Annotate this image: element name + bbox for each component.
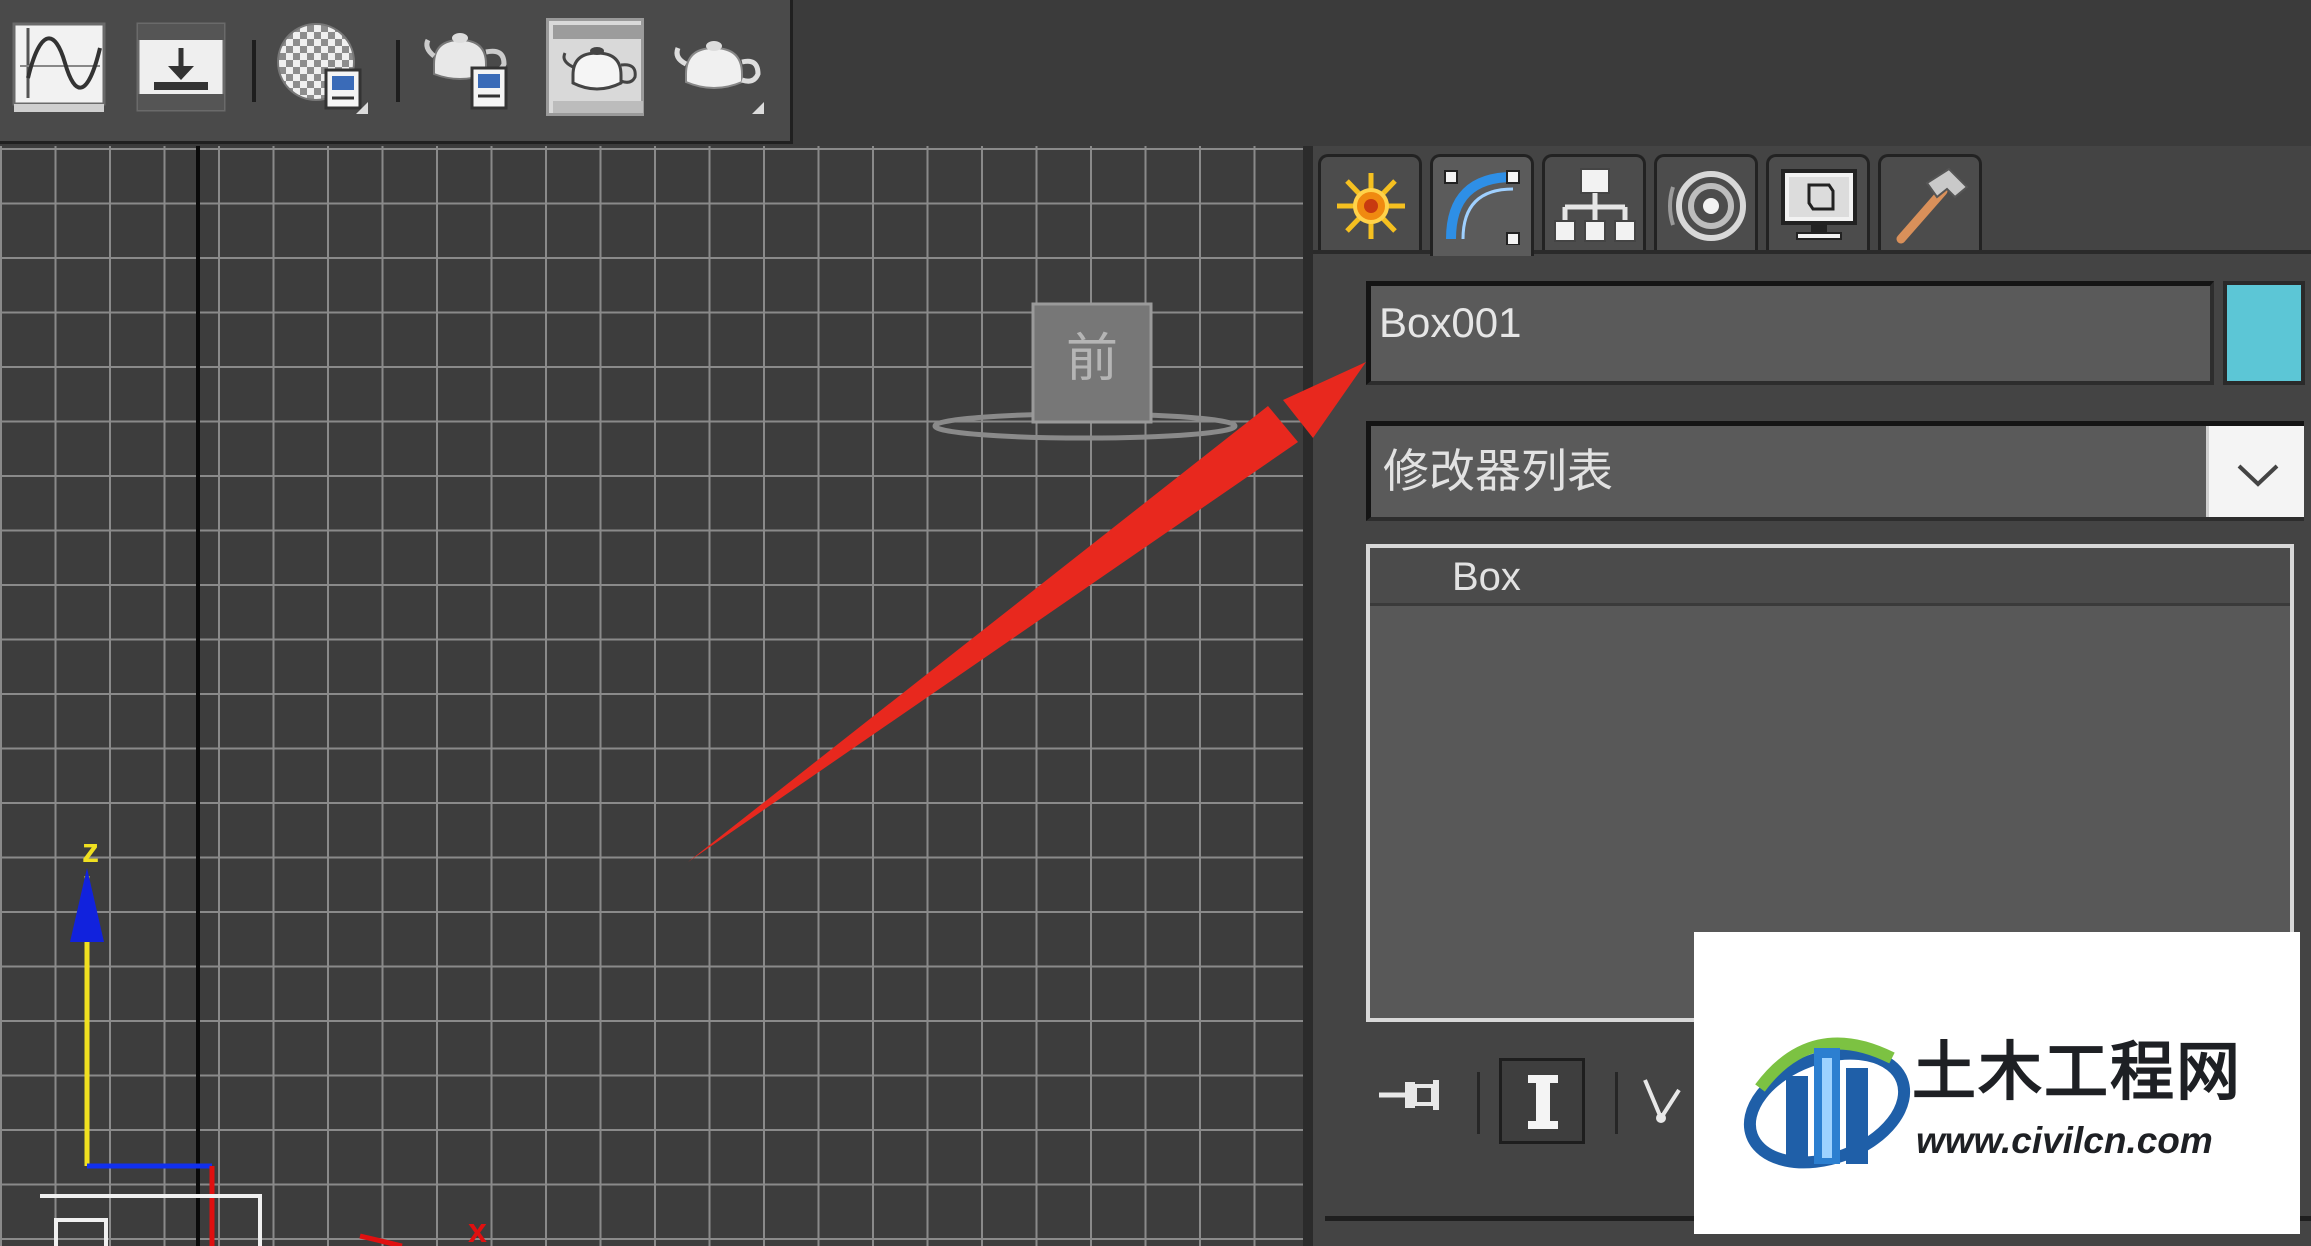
tab-create[interactable] bbox=[1318, 154, 1422, 250]
stack-tool-separator bbox=[1615, 1072, 1618, 1134]
flyout-indicator bbox=[356, 102, 368, 114]
stack-item-box[interactable]: Box bbox=[1370, 548, 2290, 606]
tab-utilities[interactable] bbox=[1878, 154, 1982, 250]
viewcube[interactable]: 前 bbox=[930, 296, 1240, 446]
civilcn-logo bbox=[1743, 1037, 1911, 1169]
rendered-frame-window-button[interactable] bbox=[546, 18, 644, 116]
schematic-view-button[interactable] bbox=[132, 18, 230, 116]
render-production-button[interactable] bbox=[668, 18, 766, 116]
render-setup-icon bbox=[424, 33, 508, 110]
modifier-list-arrow-button[interactable] bbox=[2206, 426, 2304, 517]
modifier-list-label: 修改器列表 bbox=[1383, 445, 1613, 497]
hammer-icon bbox=[1896, 167, 1969, 244]
pin-stack-icon[interactable] bbox=[1375, 1060, 1445, 1130]
object-name-input[interactable]: Box001 bbox=[1366, 281, 2214, 385]
toolbar-separator bbox=[396, 40, 400, 102]
modify-curve-icon bbox=[1444, 170, 1520, 245]
show-end-result-icon bbox=[1528, 1075, 1558, 1129]
curve-editor-button[interactable] bbox=[10, 18, 108, 116]
material-editor-button[interactable] bbox=[272, 18, 370, 116]
hierarchy-icon bbox=[1554, 168, 1636, 242]
toolbar-separator bbox=[252, 40, 256, 102]
modifier-list-dropdown[interactable]: 修改器列表 bbox=[1366, 421, 2304, 521]
flyout-indicator bbox=[752, 102, 764, 114]
render-setup-button[interactable] bbox=[420, 18, 518, 116]
axis-x-label: x bbox=[468, 1212, 487, 1246]
viewcube-face-label: 前 bbox=[1066, 329, 1118, 389]
main-toolbar bbox=[0, 0, 793, 144]
schematic-view-icon bbox=[136, 22, 226, 112]
watermark-brand: 土木工程网 bbox=[1912, 1036, 2242, 1108]
tab-modify[interactable] bbox=[1430, 154, 1534, 256]
object-color-swatch[interactable] bbox=[2223, 281, 2305, 385]
axis-z-label: z bbox=[82, 832, 99, 870]
tab-hierarchy[interactable] bbox=[1542, 154, 1646, 250]
sun-burst-icon bbox=[1337, 173, 1405, 239]
stack-tool-separator bbox=[1477, 1072, 1480, 1134]
rendered-frame-window-icon bbox=[553, 25, 643, 113]
viewport-front[interactable]: 前 z x bbox=[0, 146, 1303, 1246]
show-end-result-button[interactable] bbox=[1499, 1058, 1585, 1144]
tab-motion[interactable] bbox=[1654, 154, 1758, 250]
curve-editor-icon bbox=[12, 22, 106, 112]
watermark: 土木工程网 www.civilcn.com bbox=[1694, 932, 2300, 1234]
motion-rings-icon bbox=[1668, 171, 1746, 241]
chevron-down-icon bbox=[2237, 464, 2279, 487]
watermark-url: www.civilcn.com bbox=[1916, 1120, 2213, 1161]
tab-display[interactable] bbox=[1766, 154, 1870, 250]
make-unique-icon[interactable] bbox=[1639, 1060, 1699, 1130]
axis-gizmo bbox=[40, 868, 403, 1246]
display-monitor-icon bbox=[1781, 169, 1857, 240]
viewport-border bbox=[1303, 146, 1313, 1246]
